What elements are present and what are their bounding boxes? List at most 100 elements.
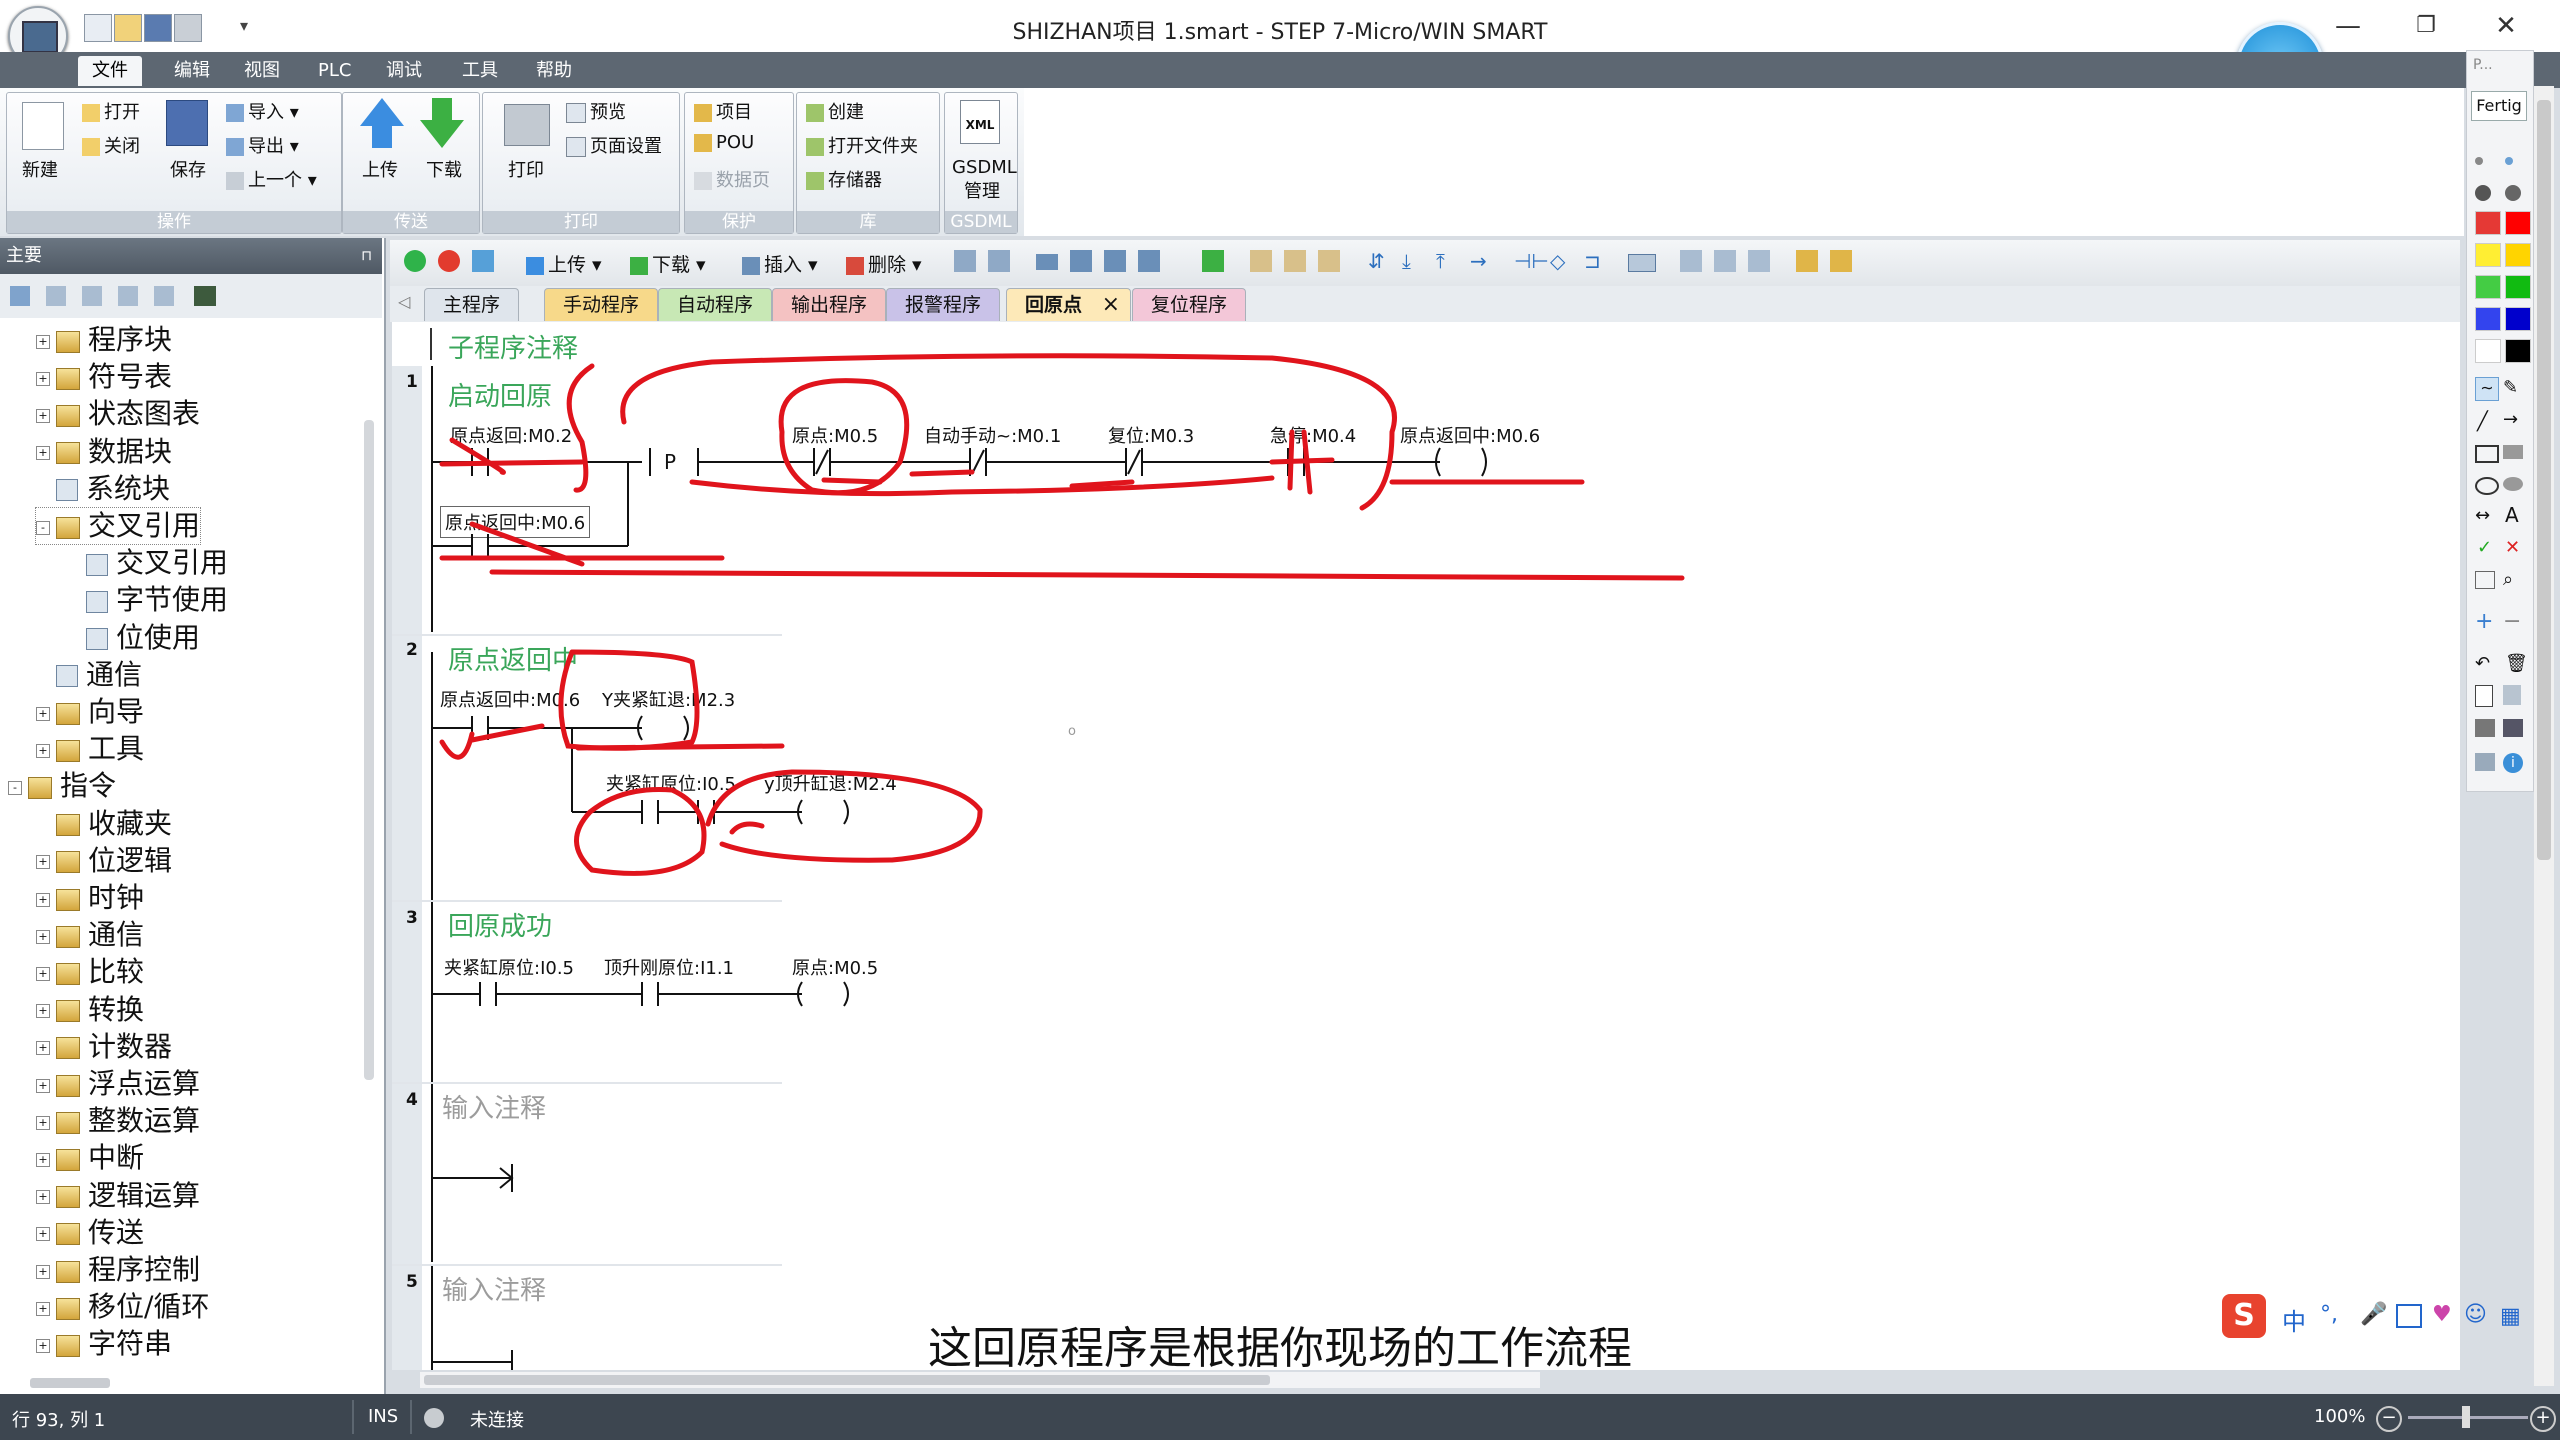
contact-icon[interactable]: ⊣⊢: [1514, 250, 1549, 272]
editor-vscroll-thumb[interactable]: [2537, 100, 2551, 860]
tree-item[interactable]: + 程序控制: [36, 1252, 200, 1288]
minimize-button[interactable]: —: [2316, 6, 2380, 46]
menu-edit[interactable]: 编辑: [160, 56, 224, 86]
tree-item[interactable]: 位使用: [66, 620, 200, 656]
menu-file[interactable]: 文件: [78, 56, 142, 86]
tree-item[interactable]: 系统块: [36, 471, 170, 507]
window-icon[interactable]: [1104, 250, 1126, 272]
view-icon[interactable]: [10, 286, 30, 306]
tree-item[interactable]: + 转换: [36, 992, 144, 1028]
lock-icon[interactable]: [1318, 250, 1340, 272]
color-swatch[interactable]: [2505, 243, 2531, 267]
toolbar-insert-button[interactable]: 插入 ▾: [742, 250, 818, 277]
color-swatch[interactable]: [2505, 275, 2531, 299]
text-icon[interactable]: A: [2505, 503, 2519, 527]
ladder-editor[interactable]: 子程序注释 1 启动回原 原点返回:M0.2 P 原点:M0.5 自动手动~:M…: [392, 322, 2460, 1370]
preview-button[interactable]: 预览: [566, 98, 626, 124]
menu-debug[interactable]: 调试: [372, 56, 436, 86]
close-window-icon[interactable]: [1138, 250, 1160, 272]
color-swatch[interactable]: [2505, 339, 2531, 363]
pin-icon[interactable]: ⊓: [361, 238, 372, 274]
symbol-icon[interactable]: [1628, 254, 1656, 272]
page-icon[interactable]: [82, 286, 102, 306]
minus-icon[interactable]: −: [2503, 609, 2521, 634]
line-right-icon[interactable]: →: [1470, 250, 1492, 272]
tree-item[interactable]: + 字符串: [36, 1326, 172, 1362]
tree-item[interactable]: + 数据块: [36, 434, 172, 470]
arrow-icon[interactable]: →: [2503, 409, 2518, 430]
download-button[interactable]: 下载: [426, 156, 462, 182]
color-swatch[interactable]: [2475, 243, 2501, 267]
new-button[interactable]: 新建: [22, 156, 58, 182]
tab-1[interactable]: 主程序: [424, 288, 520, 321]
tree-item[interactable]: + 中断: [36, 1140, 144, 1176]
protect-project-button[interactable]: 项目: [694, 98, 752, 124]
undo-icon[interactable]: ↶: [2475, 653, 2490, 674]
tree-item[interactable]: + 程序块: [36, 322, 172, 358]
open-folder-icon[interactable]: [114, 14, 142, 42]
tree-item[interactable]: - 交叉引用: [34, 507, 202, 545]
expand-icon[interactable]: +: [36, 1041, 50, 1056]
info-icon[interactable]: i: [2503, 753, 2523, 773]
print-button[interactable]: 打印: [508, 156, 544, 182]
expand-icon[interactable]: +: [36, 929, 50, 944]
open-folder-button[interactable]: 打开文件夹: [806, 132, 918, 158]
menu-view[interactable]: 视图: [230, 56, 294, 86]
keyboard-icon[interactable]: [2396, 1304, 2422, 1328]
tree-item[interactable]: + 移位/循环: [36, 1289, 209, 1325]
open-button[interactable]: 打开: [82, 98, 140, 124]
box-icon[interactable]: [1036, 254, 1058, 270]
filled-rectangle-icon[interactable]: [2503, 445, 2523, 459]
color-swatch[interactable]: [2505, 211, 2531, 235]
fertig-button[interactable]: Fertig: [2471, 91, 2527, 121]
box-instr-icon[interactable]: ⊐: [1584, 250, 1606, 272]
table-icon[interactable]: [1680, 250, 1702, 272]
color-swatch[interactable]: [2475, 307, 2501, 331]
cross-icon[interactable]: ✕: [2505, 537, 2520, 558]
expand-icon[interactable]: +: [36, 1264, 50, 1279]
tree-item[interactable]: + 时钟: [36, 880, 144, 916]
lock-icon[interactable]: [1284, 250, 1306, 272]
menu-help[interactable]: 帮助: [522, 56, 586, 86]
color-swatch[interactable]: [2475, 339, 2501, 363]
gsdml-manage-button[interactable]: GSDML 管理: [952, 156, 1017, 204]
plus-icon[interactable]: +: [2475, 609, 2493, 634]
tree-item[interactable]: + 位逻辑: [36, 843, 172, 879]
tree-scrollbar[interactable]: [364, 420, 374, 1080]
tree-item[interactable]: + 工具: [36, 731, 144, 767]
tree-hscrollbar[interactable]: [30, 1378, 110, 1388]
memory-button[interactable]: 存储器: [806, 166, 882, 192]
tree-item[interactable]: 交叉引用: [66, 545, 228, 581]
protect-data-page-button[interactable]: 数据页: [694, 166, 770, 192]
collapse-icon[interactable]: -: [36, 520, 50, 535]
expand-icon[interactable]: +: [36, 1004, 50, 1019]
color-swatch[interactable]: [2505, 307, 2531, 331]
network-comment[interactable]: 启动回原: [448, 376, 552, 413]
expand-icon[interactable]: +: [36, 446, 50, 461]
tree-item[interactable]: + 浮点运算: [36, 1066, 200, 1102]
line-up-icon[interactable]: ⤒: [1436, 250, 1458, 272]
toolbar-download-button[interactable]: 下载 ▾: [630, 250, 706, 277]
maximize-button[interactable]: ❐: [2394, 6, 2458, 46]
tab-scroll-left-icon[interactable]: ◁: [398, 292, 410, 311]
expand-icon[interactable]: +: [36, 1152, 50, 1167]
previous-button[interactable]: 上一个 ▾: [226, 166, 317, 192]
save-button[interactable]: 保存: [170, 156, 206, 182]
network-icon[interactable]: [988, 250, 1010, 272]
freehand-icon[interactable]: ∼: [2475, 377, 2499, 401]
screen-icon[interactable]: [2475, 753, 2495, 771]
expand-icon[interactable]: +: [36, 1301, 50, 1316]
run-icon[interactable]: [404, 250, 426, 272]
save-icon[interactable]: [144, 14, 172, 42]
toolbar-delete-button[interactable]: 删除 ▾: [846, 250, 922, 277]
microphone-icon[interactable]: 🎤: [2360, 1302, 2387, 1327]
lock-icon[interactable]: [1250, 250, 1272, 272]
expand-icon[interactable]: +: [36, 855, 50, 870]
stop-icon[interactable]: [438, 250, 460, 272]
skin-icon[interactable]: ♥: [2432, 1302, 2452, 1327]
ime-language[interactable]: 中: [2282, 1302, 2306, 1337]
ime-punctuation[interactable]: °,: [2320, 1302, 2338, 1327]
tree-item[interactable]: - 指令: [8, 768, 116, 804]
expand-icon[interactable]: +: [36, 1338, 50, 1353]
expand-icon[interactable]: +: [36, 1115, 50, 1130]
